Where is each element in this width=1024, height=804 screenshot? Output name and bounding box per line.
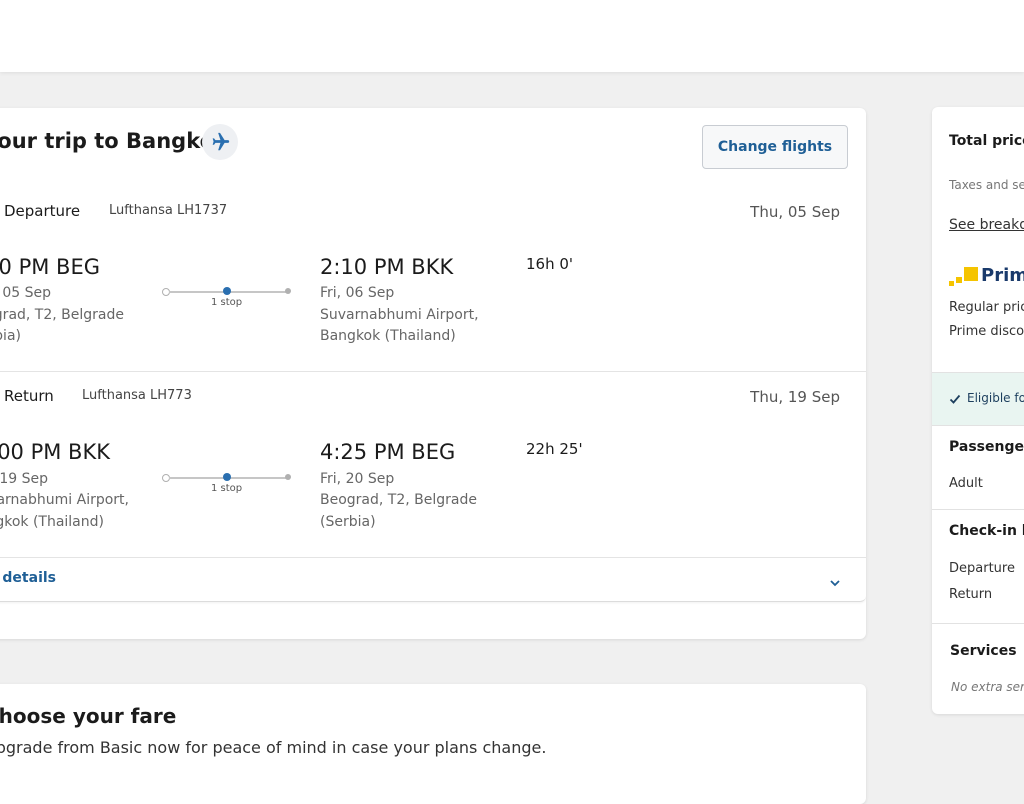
checkin-return: Return (949, 587, 993, 602)
departure-airline: Lufthansa LH1737 (109, 203, 228, 218)
return-dest-country: (Serbia) (320, 514, 376, 530)
return-stops: 1 stop (211, 483, 243, 494)
leg-divider (0, 371, 866, 372)
price-summary-panel: Total price Taxes and service fees inclu… (932, 107, 1024, 714)
route-end-dot (285, 474, 291, 480)
departure-dest-airport: Suvarnabhumi Airport, (320, 307, 479, 323)
fare-card: Choose your fare Upgrade from Basic now … (0, 684, 866, 804)
departure-label: Departure (4, 202, 81, 220)
departure-duration: 16h 0' (526, 255, 574, 273)
itinerary-box: Your trip to Bangkok Change flights Depa… (0, 108, 866, 602)
return-dest-date: Fri, 20 Sep (320, 471, 395, 487)
fare-subtitle: Upgrade from Basic now for peace of mind… (0, 738, 547, 757)
no-extra-services: No extra services (951, 680, 1024, 694)
return-dest-time: 4:25 PM BEG (320, 440, 456, 464)
passengers-title: Passengers (949, 439, 1024, 455)
services-title: Services (950, 643, 1017, 659)
prime-logo: Prime (949, 265, 1024, 289)
stop-dot (223, 473, 231, 481)
view-details-link[interactable]: View details (0, 570, 56, 586)
departure-origin-airport: Beograd, T2, Belgrade (0, 307, 124, 323)
prime-label: Prime (981, 265, 1024, 286)
trip-card: Your trip to Bangkok Change flights Depa… (0, 108, 866, 639)
stop-dot (223, 287, 231, 295)
route-end-dot (285, 288, 291, 294)
checkin-departure: Departure (949, 561, 1015, 576)
departure-date: Thu, 05 Sep (750, 203, 840, 221)
return-airline: Lufthansa LH773 (82, 388, 192, 403)
details-divider (0, 557, 866, 558)
side-divider (932, 509, 1024, 510)
change-flights-button[interactable]: Change flights (702, 125, 848, 169)
checkin-baggage-title: Check-in baggage (949, 523, 1024, 539)
departure-origin-date: Thu, 05 Sep (0, 285, 51, 301)
passenger-adult: Adult (949, 476, 983, 491)
departure-origin-time: 4:10 PM BEG (0, 255, 100, 279)
total-price-label: Total price (949, 133, 1024, 149)
departure-origin-country: (Serbia) (0, 328, 21, 344)
departure-dest-city: Bangkok (Thailand) (320, 328, 456, 344)
departure-dest-date: Fri, 06 Sep (320, 285, 395, 301)
trip-title: Your trip to Bangkok (0, 129, 228, 153)
return-origin-time: 12:00 PM BKK (0, 440, 110, 464)
chevron-down-icon[interactable] (829, 573, 841, 592)
taxes-note: Taxes and service fees included (949, 178, 1024, 192)
eligible-text: Eligible for (967, 391, 1024, 405)
return-origin-date: Thu, 19 Sep (0, 471, 48, 487)
fare-title: Choose your fare (0, 704, 177, 728)
prime-discount-label: Prime discount (949, 324, 1024, 339)
return-duration: 22h 25' (526, 440, 583, 458)
side-divider (932, 623, 1024, 624)
return-dest-airport: Beograd, T2, Belgrade (320, 492, 477, 508)
airplane-icon (202, 124, 238, 160)
return-origin-airport: Suvarnabhumi Airport, (0, 492, 129, 508)
departure-stops: 1 stop (211, 297, 243, 308)
side-divider (932, 425, 1024, 426)
departure-dest-time: 2:10 PM BKK (320, 255, 454, 279)
see-breakdown-link[interactable]: See breakdown (949, 217, 1024, 233)
top-bar (0, 0, 1024, 72)
return-origin-city: Bangkok (Thailand) (0, 514, 104, 530)
eligible-banner: Eligible for (932, 373, 1024, 425)
return-label: Return (4, 387, 54, 405)
checkmark-icon (949, 394, 961, 404)
return-date: Thu, 19 Sep (750, 388, 840, 406)
regular-price-label: Regular price (949, 300, 1024, 315)
